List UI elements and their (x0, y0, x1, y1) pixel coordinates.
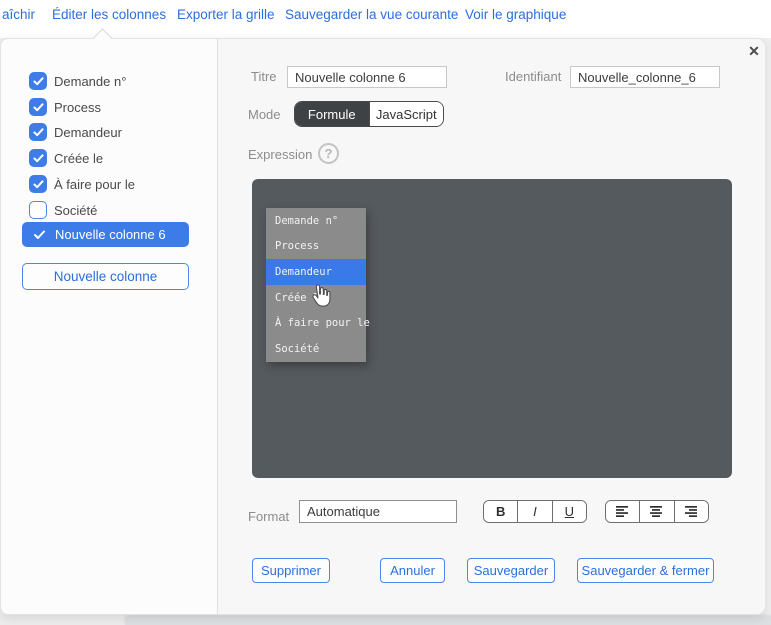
title-input[interactable] (287, 66, 447, 88)
toolbar-link-save-view[interactable]: Sauvegarder la vue courante (285, 7, 458, 22)
autocomplete-item[interactable]: Société (266, 336, 366, 362)
edit-columns-panel: Demande n° Process Demandeur Créée le À … (0, 38, 765, 615)
align-right-button[interactable] (674, 501, 708, 522)
format-label: Format (248, 509, 289, 524)
column-toggle-process[interactable]: Process (29, 97, 101, 117)
help-icon[interactable]: ? (318, 143, 339, 164)
close-icon[interactable]: ✕ (745, 42, 763, 60)
toolbar-link-export-grid[interactable]: Exporter la grille (177, 7, 275, 22)
checkbox-checked-icon[interactable] (29, 149, 47, 167)
column-toggle-societe[interactable]: Société (29, 200, 97, 220)
column-label: Demandeur (54, 125, 122, 140)
column-toggle-creee-le[interactable]: Créée le (29, 148, 103, 168)
columns-sidebar: Demande n° Process Demandeur Créée le À … (1, 39, 217, 614)
align-right-icon (685, 506, 698, 517)
align-left-button[interactable] (606, 501, 639, 522)
checkbox-checked-icon[interactable] (29, 175, 47, 193)
checkbox-checked-icon[interactable] (29, 72, 47, 90)
expression-label: Expression (248, 147, 312, 162)
mode-toggle: Formule JavaScript (294, 101, 444, 127)
column-toggle-demande-n[interactable]: Demande n° (29, 71, 126, 91)
checkbox-unchecked-icon[interactable] (29, 201, 47, 219)
bold-button[interactable]: B (484, 501, 517, 522)
screen: aîchir Éditer les colonnes Exporter la g… (0, 0, 771, 625)
autocomplete-item[interactable]: À faire pour le (266, 311, 366, 337)
save-button[interactable]: Sauvegarder (467, 558, 555, 583)
align-center-button[interactable] (639, 501, 673, 522)
column-label: Demande n° (54, 74, 126, 89)
column-toggle-demandeur[interactable]: Demandeur (29, 122, 122, 142)
selected-column-label: Nouvelle colonne 6 (55, 227, 166, 242)
column-label: Process (54, 100, 101, 115)
grid-header-strip (125, 616, 771, 625)
autocomplete-item[interactable]: Process (266, 234, 366, 260)
new-column-button[interactable]: Nouvelle colonne (22, 263, 189, 290)
expression-editor[interactable]: Demande n° Process Demandeur Créée le À … (252, 179, 732, 478)
identifier-label: Identifiant (505, 69, 561, 84)
format-input[interactable] (299, 500, 457, 523)
autocomplete-item[interactable]: Demande n° (266, 208, 366, 234)
toolbar-link-edit-columns[interactable]: Éditer les colonnes (52, 7, 166, 22)
mode-option-javascript[interactable]: JavaScript (369, 102, 444, 126)
text-align-group (605, 500, 709, 523)
page-background-strip (0, 614, 125, 625)
mode-label: Mode (248, 107, 281, 122)
align-left-icon (616, 506, 629, 517)
italic-button[interactable]: I (517, 501, 551, 522)
column-label: Créée le (54, 151, 103, 166)
autocomplete-dropdown: Demande n° Process Demandeur Créée le À … (266, 208, 366, 362)
check-icon (33, 230, 46, 240)
delete-button[interactable]: Supprimer (252, 558, 330, 583)
column-label: À faire pour le (54, 177, 135, 192)
autocomplete-item-highlighted[interactable]: Demandeur (266, 259, 366, 285)
cancel-button[interactable]: Annuler (380, 558, 445, 583)
column-editor-form: ✕ Titre Identifiant Mode Formule JavaScr… (218, 39, 765, 614)
toolbar-link-view-chart[interactable]: Voir le graphique (465, 7, 566, 22)
selected-column-item[interactable]: Nouvelle colonne 6 (22, 222, 189, 247)
identifier-input[interactable] (570, 66, 720, 88)
column-toggle-a-faire-pour-le[interactable]: À faire pour le (29, 174, 135, 194)
autocomplete-item[interactable]: Créée le (266, 285, 366, 311)
text-style-group: B I U (483, 500, 587, 523)
checkbox-checked-icon[interactable] (29, 123, 47, 141)
grid-toolbar: aîchir Éditer les colonnes Exporter la g… (0, 0, 771, 38)
column-label: Société (54, 203, 97, 218)
mode-option-formule[interactable]: Formule (295, 102, 369, 126)
title-label: Titre (251, 69, 277, 84)
checkbox-checked-icon[interactable] (29, 98, 47, 116)
underline-button[interactable]: U (552, 501, 586, 522)
align-center-icon (650, 506, 663, 517)
toolbar-link-refresh[interactable]: aîchir (2, 7, 35, 22)
save-and-close-button[interactable]: Sauvegarder & fermer (577, 558, 714, 583)
